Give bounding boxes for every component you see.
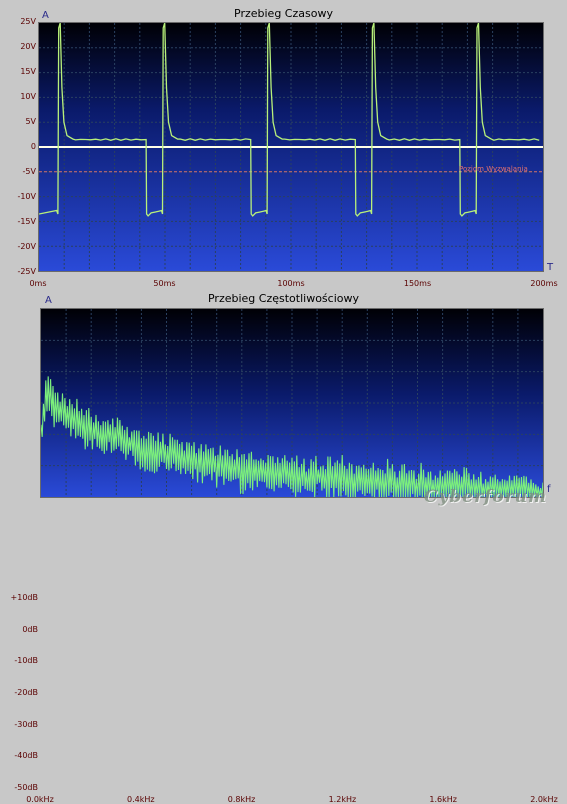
x-tick-label: 2.0kHz (530, 795, 558, 804)
x-tick-label: 1.6kHz (429, 795, 457, 804)
time-plot-area: Poziom Wyzwalania (38, 22, 544, 272)
x-tick-label: 200ms (530, 279, 558, 288)
time-x-unit-label: T (547, 262, 554, 273)
y-tick-label: -30dB (14, 719, 38, 729)
x-tick-label: 0.4kHz (127, 795, 155, 804)
y-tick-label: 10V (20, 92, 36, 101)
freq-plot-area (40, 308, 544, 498)
time-y-unit-label: A (42, 10, 49, 21)
freq-x-unit-label: f (547, 484, 551, 495)
y-tick-label: 5V (25, 117, 36, 126)
y-tick-label: 15V (20, 67, 36, 76)
x-tick-label: 1.2kHz (328, 795, 357, 804)
y-tick-label: -5V (22, 167, 36, 176)
freq-chart-svg (41, 309, 543, 497)
time-chart-svg (39, 23, 543, 271)
y-tick-label: +10dB (10, 593, 38, 602)
x-tick-label: 150ms (403, 279, 432, 288)
time-domain-panel: Przebieg Czasowy A T 25V 20V 15V 10V 5V 0 -5V -… (0, 0, 567, 290)
y-tick-label: -10dB (14, 656, 38, 666)
y-tick-label: -15V (17, 217, 36, 226)
y-tick-label: -10V (17, 192, 36, 201)
x-tick-label: 100ms (277, 279, 305, 288)
y-tick-label: 20V (20, 42, 36, 51)
x-tick-label: 0.0kHz (26, 795, 54, 804)
trigger-level-label: Poziom Wyzwalania (459, 165, 528, 173)
watermark-logo: Cyberforum (423, 487, 547, 507)
y-tick-label: -25V (17, 267, 36, 276)
y-tick-label: -40dB (14, 751, 38, 761)
y-tick-label: -20dB (14, 688, 38, 697)
y-tick-label: 25V (20, 17, 36, 26)
y-tick-label: -20V (17, 242, 36, 251)
y-tick-label: 0dB (22, 624, 38, 634)
y-tick-label: 0 (30, 142, 36, 151)
freq-chart-title: Przebieg Częstotliwościowy (207, 292, 359, 305)
x-tick-label: 0ms (29, 279, 47, 288)
x-tick-label: 0.8kHz (227, 795, 256, 804)
x-tick-label: 50ms (153, 279, 176, 288)
y-tick-label: -50dB (14, 783, 38, 792)
time-chart-title: Przebieg Czasowy (234, 7, 333, 20)
frequency-domain-panel: Przebieg Częstotliwościowy A f +10dB 0dB -… (0, 290, 567, 804)
freq-y-unit-label: A (45, 295, 52, 306)
